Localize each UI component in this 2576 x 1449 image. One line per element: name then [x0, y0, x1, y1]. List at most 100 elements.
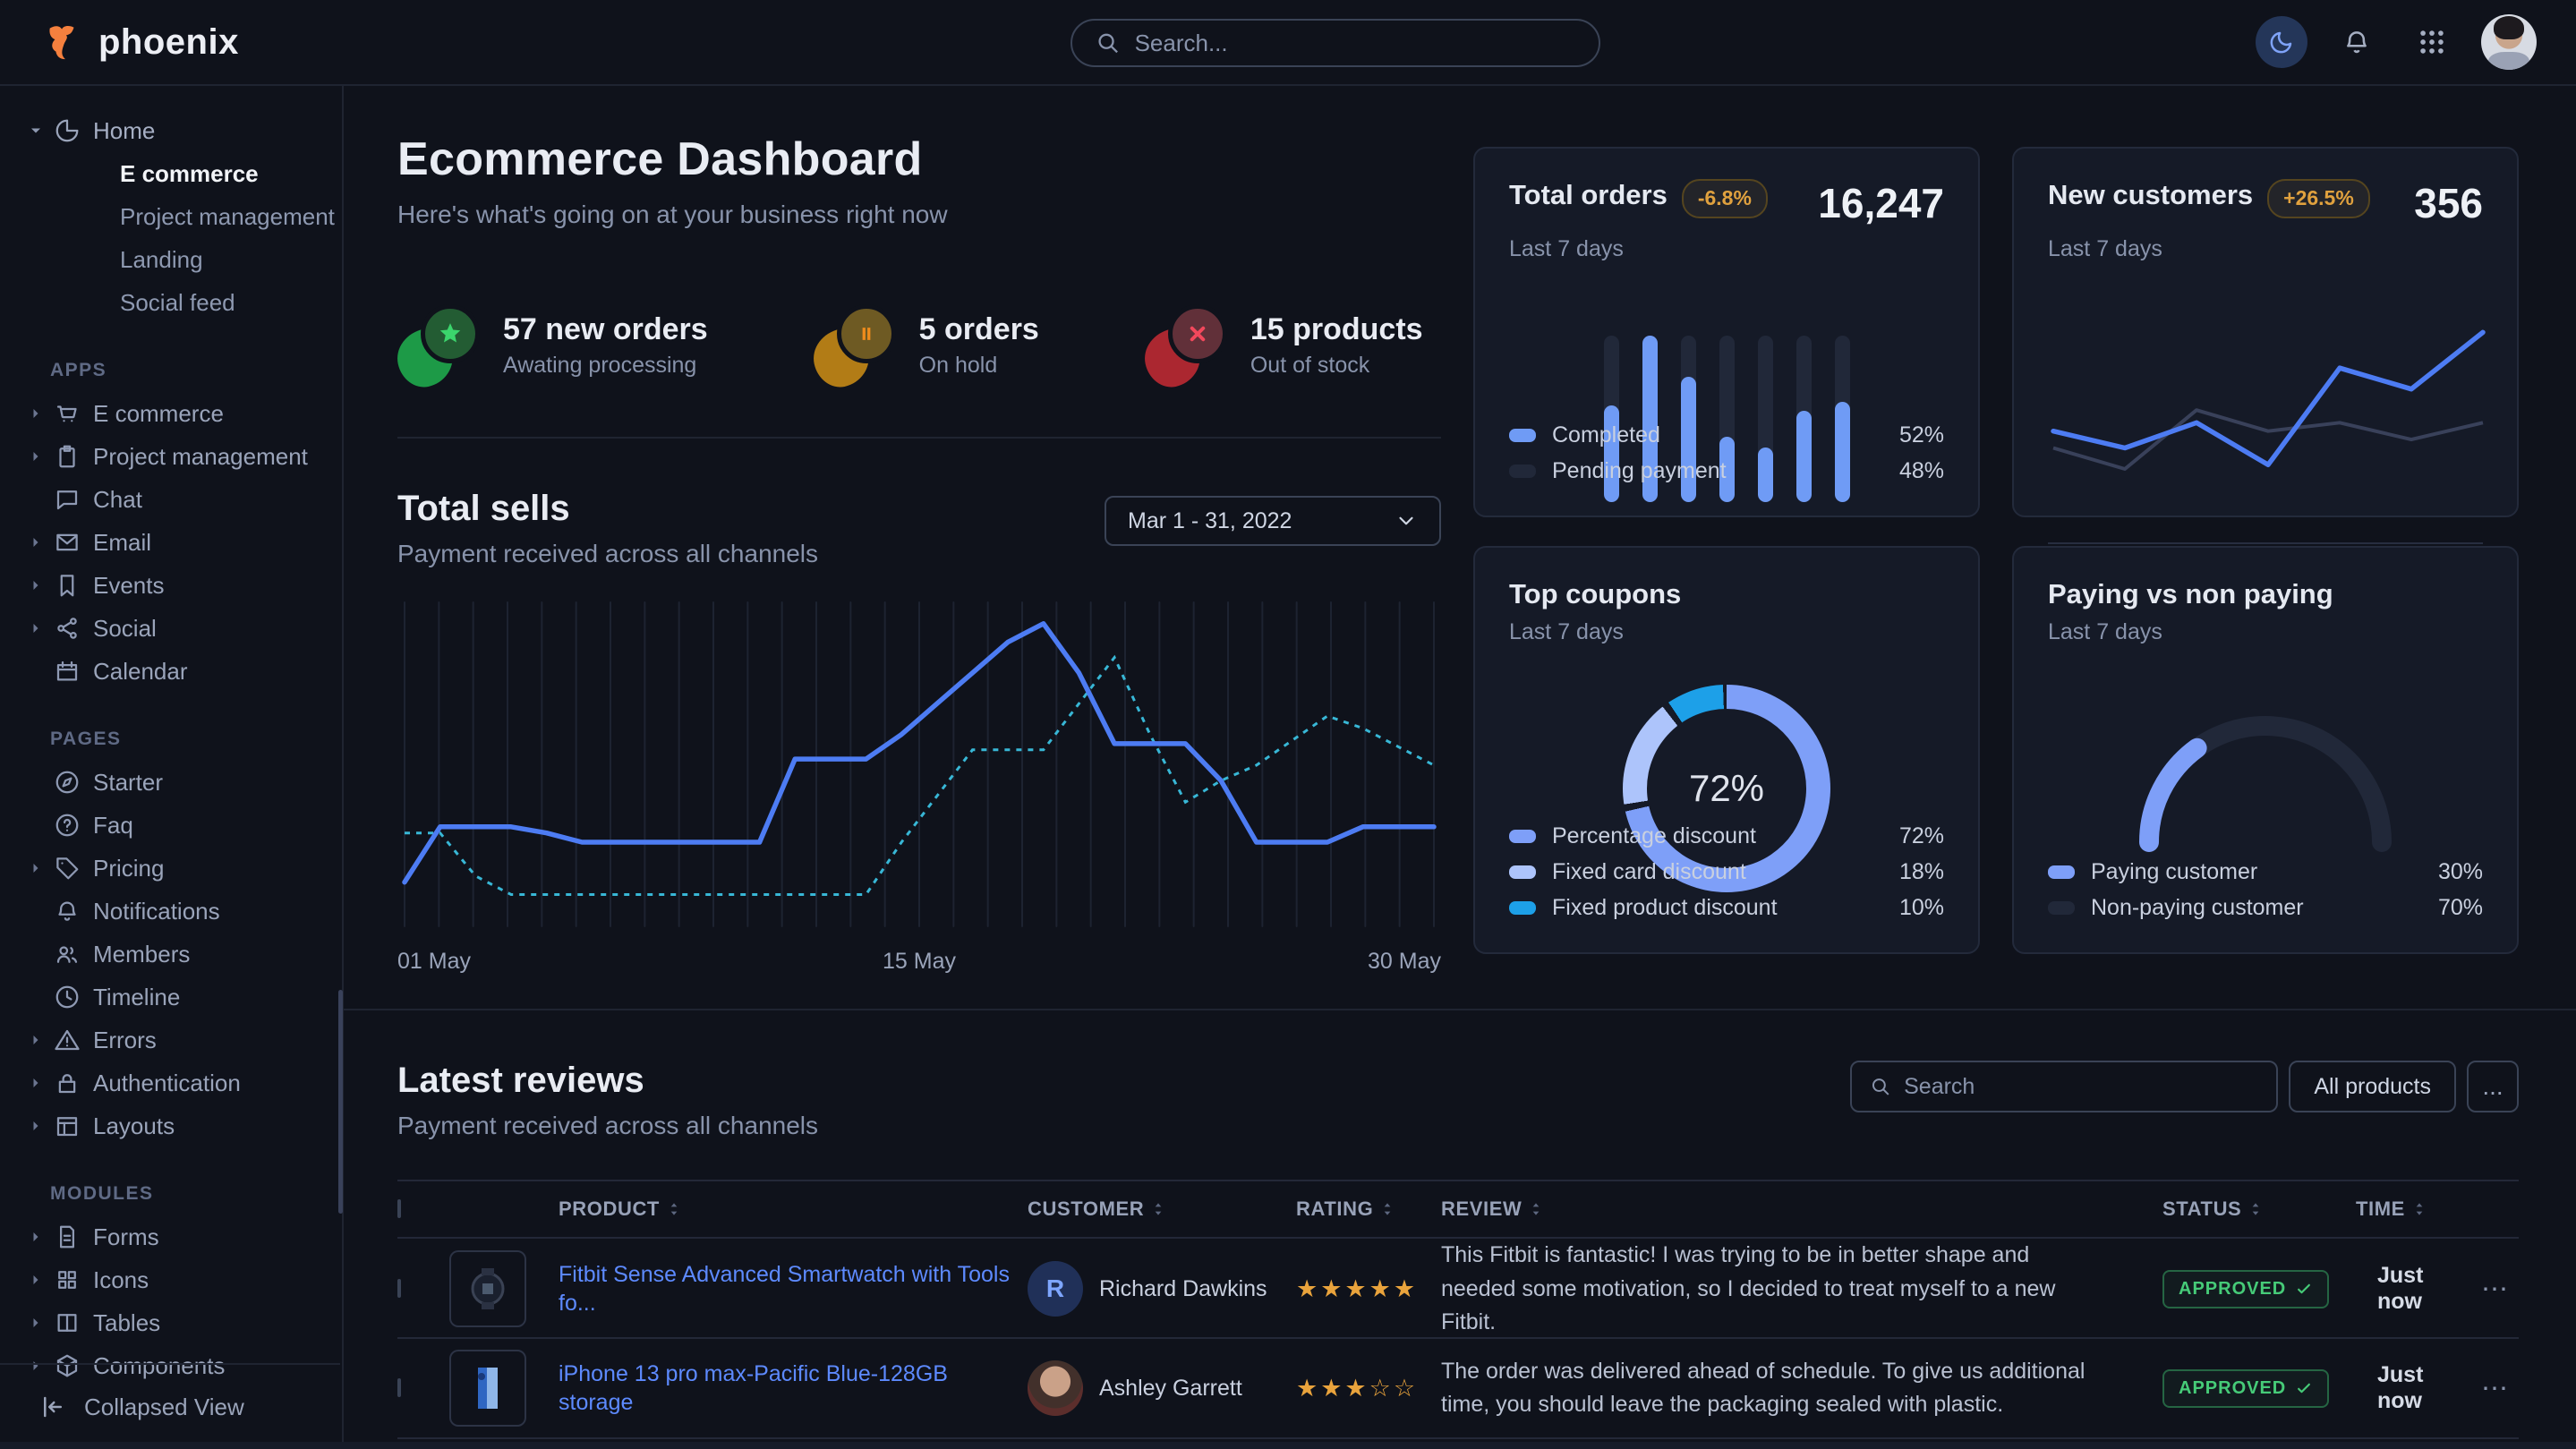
check-icon	[2295, 1280, 2313, 1298]
card-subtitle: Last 7 days	[1509, 236, 1944, 262]
table-row[interactable]: Fitbit Sense Advanced Smartwatch with To…	[397, 1239, 2519, 1339]
caret-right-icon	[27, 1228, 54, 1246]
row-checkbox[interactable]	[397, 1378, 401, 1397]
product-thumbnail[interactable]	[449, 1350, 526, 1427]
legend-swatch	[1509, 865, 1536, 879]
sidebar-item-social[interactable]: Social	[0, 607, 342, 650]
quick-stats: 57 new ordersAwating processing5 ordersO…	[397, 304, 1441, 387]
sidebar-item-events[interactable]: Events	[0, 564, 342, 607]
collapse-view-label: Collapsed View	[84, 1394, 244, 1421]
all-products-button[interactable]: All products	[2289, 1061, 2456, 1112]
pie-chart-icon	[54, 117, 93, 144]
sidebar-item-project-management[interactable]: Project management	[0, 435, 342, 478]
sidebar-subitem-e-commerce[interactable]: E commerce	[0, 152, 342, 195]
caret-right-icon	[27, 1117, 54, 1135]
x-tick: 15 May	[883, 949, 956, 975]
sidebar-scrollbar[interactable]	[338, 990, 343, 1214]
new-customers-chart	[2048, 316, 2483, 524]
sidebar-item-faq[interactable]: Faq	[0, 804, 342, 847]
sidebar-item-forms[interactable]: Forms	[0, 1215, 342, 1258]
notifications-button[interactable]	[2331, 16, 2383, 68]
caret-right-icon	[27, 619, 54, 637]
sidebar-item-tables[interactable]: Tables	[0, 1301, 342, 1344]
pause-glyph	[853, 320, 880, 347]
sidebar-item-timeline[interactable]: Timeline	[0, 976, 342, 1019]
sidebar-item-home[interactable]: Home	[0, 109, 342, 152]
sidebar-item-label: Errors	[93, 1027, 157, 1054]
stat-text: 5 ordersOn hold	[919, 312, 1039, 379]
legend-swatch	[1509, 429, 1536, 442]
apps-grid-button[interactable]	[2406, 16, 2458, 68]
date-range-select[interactable]: Mar 1 - 31, 2022	[1105, 496, 1441, 546]
star-glyph	[437, 320, 464, 347]
stat-item: 15 productsOut of stock	[1145, 304, 1423, 387]
legend-row: Fixed card discount18%	[1509, 854, 1944, 890]
reviews-search-input[interactable]	[1904, 1074, 2258, 1100]
thumb-watch-image	[464, 1265, 512, 1313]
sidebar-item-notifications[interactable]: Notifications	[0, 890, 342, 933]
question-circle-icon	[54, 812, 81, 839]
column-header-customer[interactable]: CUSTOMER	[1028, 1198, 1296, 1221]
caret-right-icon	[27, 1074, 54, 1092]
global-search[interactable]	[1070, 19, 1600, 67]
sidebar-item-layouts[interactable]: Layouts	[0, 1104, 342, 1147]
reviews-table: PRODUCTCUSTOMER RATINGREVIEWSTATUSTIME Fi…	[397, 1180, 2519, 1449]
stat-icon	[1145, 304, 1227, 387]
sidebar-item-members[interactable]: Members	[0, 933, 342, 976]
column-header-time[interactable]: TIME	[2356, 1198, 2463, 1221]
sidebar-item-starter[interactable]: Starter	[0, 761, 342, 804]
sidebar-item-email[interactable]: Email	[0, 521, 342, 564]
column-header-product[interactable]: PRODUCT	[559, 1198, 1028, 1221]
sidebar-subitem-project-management[interactable]: Project management	[0, 195, 342, 238]
sidebar-item-label: Home	[93, 117, 155, 145]
sidebar-item-label: E commerce	[93, 400, 224, 428]
column-label: CUSTOMER	[1028, 1198, 1144, 1221]
check-icon	[2295, 1379, 2313, 1397]
product-link[interactable]: iPhone 13 pro max-Pacific Blue-128GB sto…	[559, 1361, 948, 1416]
column-header-rating[interactable]: RATING	[1296, 1198, 1441, 1221]
column-header-review[interactable]: REVIEW	[1441, 1198, 2162, 1221]
sidebar-item-icons[interactable]: Icons	[0, 1258, 342, 1301]
sidebar-item-chat[interactable]: Chat	[0, 478, 342, 521]
reviews-menu-button[interactable]: ...	[2467, 1061, 2519, 1112]
stat-icon	[814, 304, 896, 387]
row-checkbox[interactable]	[397, 1279, 401, 1298]
status-cell: APPROVED	[2162, 1270, 2356, 1308]
reviews-search[interactable]	[1850, 1061, 2278, 1112]
table-row[interactable]: iPhone 13 pro max-Pacific Blue-128GB sto…	[397, 1339, 2519, 1439]
brand-logo[interactable]: phoenix	[43, 21, 239, 63]
review-time: Just now	[2356, 1362, 2463, 1414]
theme-toggle-button[interactable]	[2256, 16, 2307, 68]
sidebar-item-authentication[interactable]: Authentication	[0, 1061, 342, 1104]
user-avatar[interactable]	[2481, 14, 2537, 70]
tag-icon	[54, 855, 93, 882]
customer-cell[interactable]: RRichard Dawkins	[1028, 1261, 1296, 1317]
paying-gauge-chart	[2048, 699, 2483, 856]
sidebar-item-errors[interactable]: Errors	[0, 1019, 342, 1061]
collapse-view-button[interactable]: Collapsed View	[0, 1363, 340, 1449]
column-header-status[interactable]: STATUS	[2162, 1198, 2356, 1221]
row-menu-button[interactable]: ⋯	[2463, 1274, 2526, 1305]
sidebar-subitem-social-feed[interactable]: Social feed	[0, 281, 342, 324]
caret-right-icon	[27, 576, 45, 594]
row-menu-button[interactable]: ⋯	[2463, 1373, 2526, 1404]
legend-value: 30%	[2438, 859, 2483, 885]
x-tick: 30 May	[1368, 949, 1441, 975]
global-search-input[interactable]	[1135, 30, 1575, 57]
legend-row: Paying customer30%	[2048, 854, 2483, 890]
review-text: The order was delivered ahead of schedul…	[1441, 1355, 2162, 1422]
select-all-checkbox[interactable]	[397, 1199, 401, 1218]
file-text-icon	[54, 1223, 81, 1250]
sidebar-subitem-landing[interactable]: Landing	[0, 238, 342, 281]
grid-icon	[54, 1266, 81, 1293]
customer-cell[interactable]: Ashley Garrett	[1028, 1360, 1296, 1416]
product-thumbnail[interactable]	[449, 1250, 526, 1327]
sidebar-item-e-commerce[interactable]: E commerce	[0, 392, 342, 435]
cart-icon	[54, 400, 93, 427]
sidebar-item-pricing[interactable]: Pricing	[0, 847, 342, 890]
orders-legend: Completed52%Pending payment48%	[1509, 417, 1944, 489]
sidebar-item-calendar[interactable]: Calendar	[0, 650, 342, 693]
horizontal-scrollbar[interactable]	[0, 1442, 2576, 1449]
caret-right-icon	[27, 533, 45, 551]
product-link[interactable]: Fitbit Sense Advanced Smartwatch with To…	[559, 1262, 1010, 1317]
